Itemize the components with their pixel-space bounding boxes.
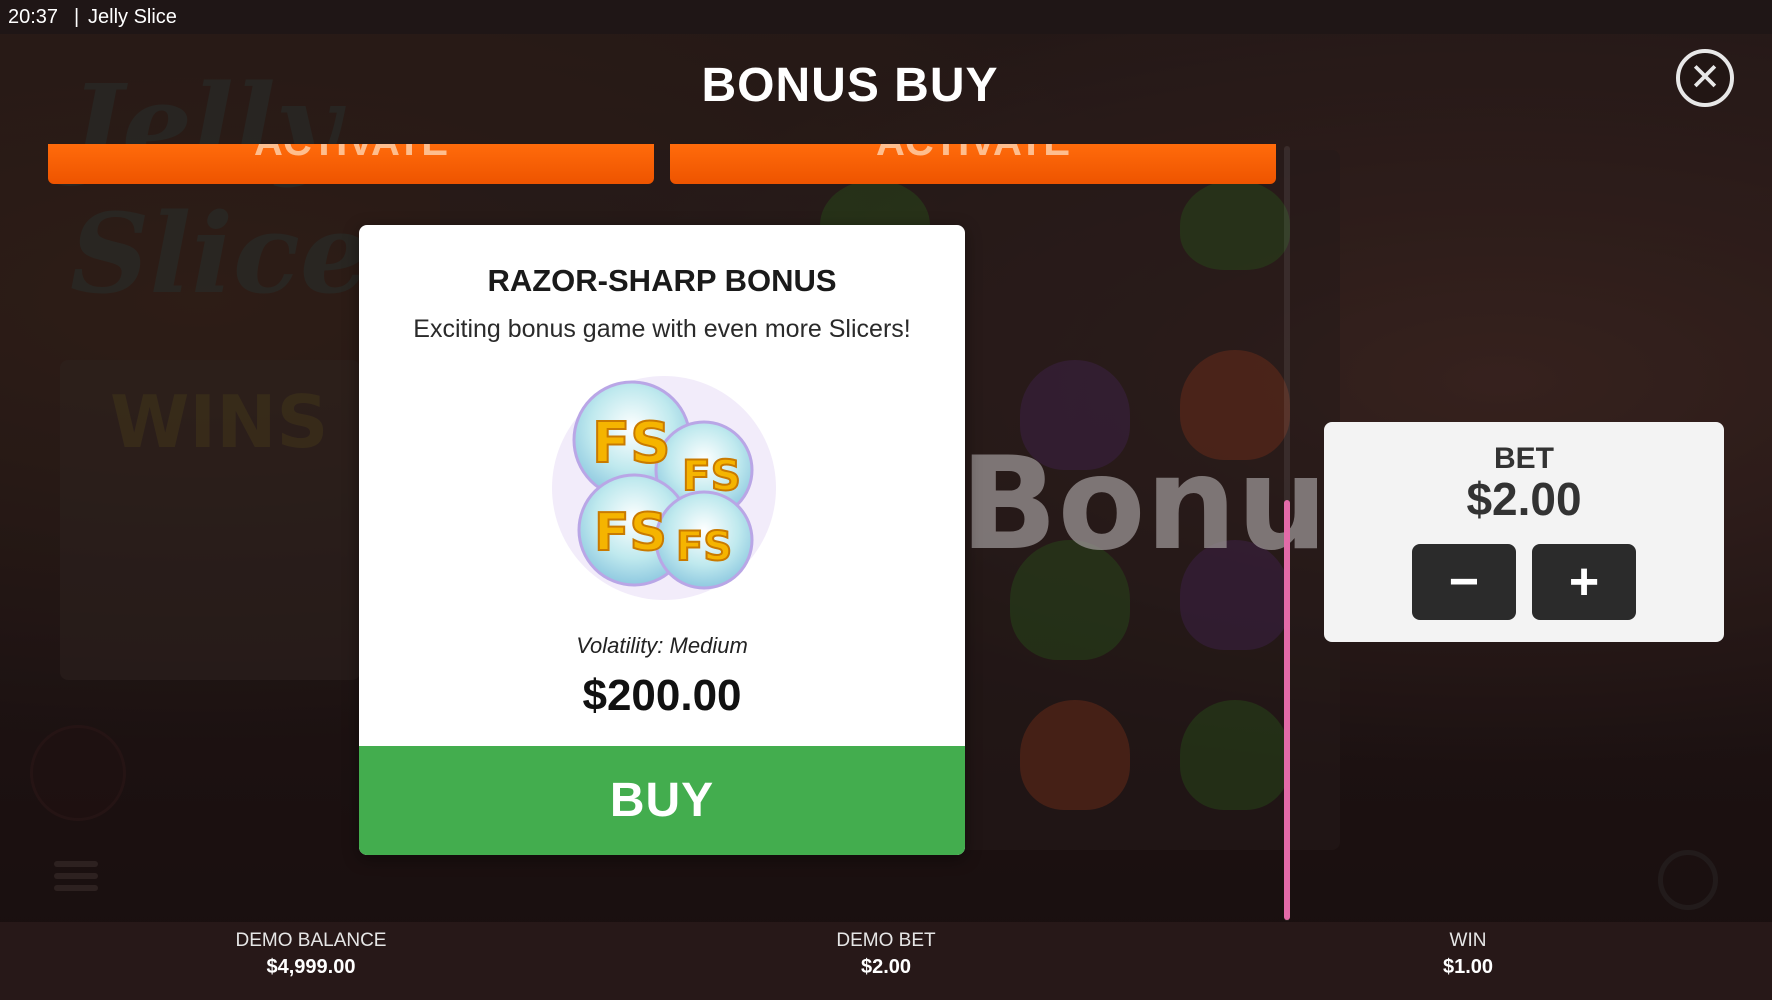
activate-button[interactable]: ACTIVATE bbox=[670, 144, 1276, 184]
status-separator: | bbox=[74, 6, 80, 28]
activate-button[interactable]: ACTIVATE bbox=[48, 144, 654, 184]
bet-value: $2.00 bbox=[1466, 473, 1582, 525]
activate-button-label: ACTIVATE bbox=[254, 144, 448, 164]
minus-icon: − bbox=[1448, 553, 1480, 611]
app-title: Jelly Slice bbox=[88, 6, 177, 28]
decrease-bet-button[interactable]: − bbox=[1412, 544, 1516, 620]
close-icon: ✕ bbox=[1689, 57, 1721, 99]
clock: 20:37 bbox=[8, 6, 59, 28]
free-spins-icon: FS FS FS FS bbox=[552, 376, 776, 600]
win-label: WIN bbox=[1449, 930, 1487, 951]
svg-text:FS: FS bbox=[676, 524, 732, 570]
dialog-title: BONUS BUY bbox=[701, 59, 999, 112]
win-display: WIN $1.00 bbox=[1408, 930, 1528, 979]
demo-bet-label: DEMO BET bbox=[836, 930, 936, 951]
demo-balance-value: $4,999.00 bbox=[266, 956, 356, 978]
increase-bet-button[interactable]: + bbox=[1532, 544, 1636, 620]
svg-text:FS: FS bbox=[592, 411, 671, 476]
scrollbar-thumb[interactable] bbox=[1284, 500, 1290, 920]
svg-text:FS: FS bbox=[594, 503, 667, 563]
bonus-price: $200.00 bbox=[582, 671, 742, 720]
demo-balance-label: DEMO BALANCE bbox=[235, 930, 387, 951]
close-button[interactable]: ✕ bbox=[1676, 49, 1734, 107]
bet-label: BET bbox=[1494, 442, 1554, 475]
bonus-card: RAZOR-SHARP BONUS Exciting bonus game wi… bbox=[359, 225, 965, 855]
demo-balance: DEMO BALANCE $4,999.00 bbox=[200, 930, 422, 979]
status-bar: 20:37 | Jelly Slice bbox=[0, 0, 1772, 34]
bonus-description: Exciting bonus game with even more Slice… bbox=[413, 315, 911, 343]
demo-bet: DEMO BET $2.00 bbox=[786, 930, 986, 979]
demo-bet-value: $2.00 bbox=[860, 956, 912, 978]
volatility-label: Volatility: Medium bbox=[576, 633, 748, 658]
activate-button-label: ACTIVATE bbox=[876, 144, 1070, 164]
win-value: $1.00 bbox=[1442, 956, 1494, 978]
bonus-name: RAZOR-SHARP BONUS bbox=[487, 263, 837, 298]
buy-button[interactable]: BUY bbox=[359, 746, 965, 855]
bet-panel: BET $2.00 − + bbox=[1324, 422, 1724, 642]
plus-icon: + bbox=[1568, 553, 1600, 611]
svg-text:FS: FS bbox=[682, 451, 741, 500]
